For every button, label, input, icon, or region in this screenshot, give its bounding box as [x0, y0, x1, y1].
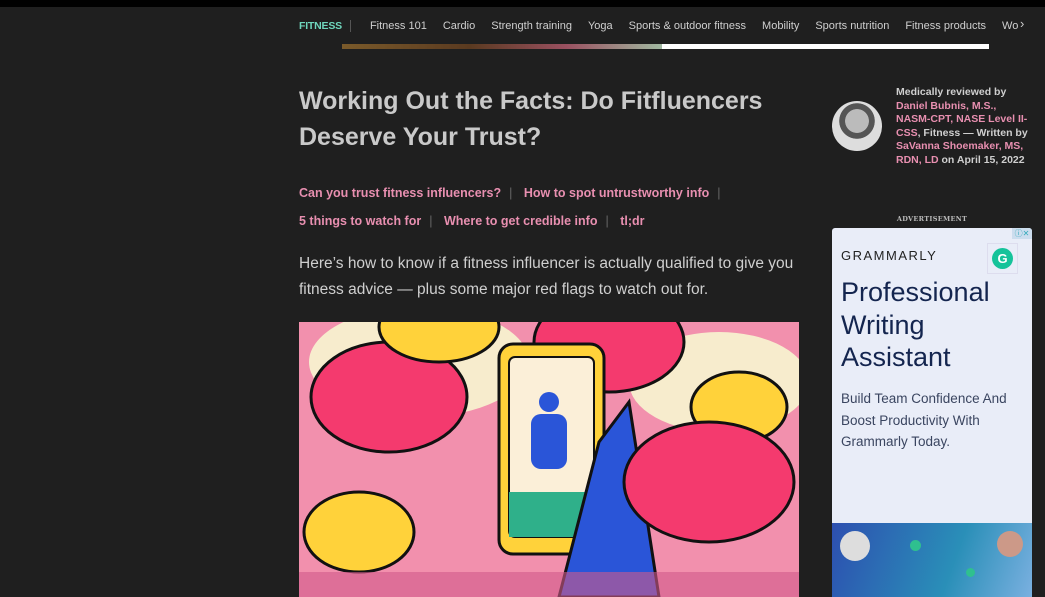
nav-item-fitness-101[interactable]: Fitness 101: [370, 20, 427, 32]
ad-image: [832, 523, 1032, 597]
grammarly-ad[interactable]: ⓘ✕ GRAMMARLY G Professional Writing Assi…: [832, 228, 1032, 597]
nav-item-cardio[interactable]: Cardio: [443, 20, 475, 32]
nav-item-fitness-products[interactable]: Fitness products: [905, 20, 986, 32]
article-intro: Here’s how to know if a fitness influenc…: [299, 255, 794, 298]
banner-strip: [342, 44, 989, 49]
ad-close-icon[interactable]: ⓘ✕: [1012, 228, 1032, 239]
grammarly-logo-icon: G: [987, 243, 1018, 274]
reviewer-avatar[interactable]: [832, 101, 882, 151]
toc-link[interactable]: Can you trust fitness influencers?: [299, 186, 501, 200]
toc-link[interactable]: 5 things to watch for: [299, 214, 421, 228]
article-title: Working Out the Facts: Do Fitfluencers D…: [299, 87, 763, 151]
nav-item-mobility[interactable]: Mobility: [762, 20, 799, 32]
chevron-right-icon[interactable]: ›: [1020, 16, 1024, 31]
ad-body: Build Team Confidence And Boost Producti…: [841, 391, 1007, 449]
article-byline: Medically reviewed by Daniel Bubnis, M.S…: [896, 86, 1028, 166]
browser-top-bar: [0, 0, 1045, 7]
advertisement-label: ADVERTISEMENT: [896, 215, 968, 223]
nav-item-strength-training[interactable]: Strength training: [491, 20, 572, 32]
table-of-contents: Can you trust fitness influencers? | How …: [299, 186, 721, 228]
category-nav: FITNESS Fitness 101 Cardio Strength trai…: [299, 17, 1029, 35]
hero-illustration: [299, 322, 799, 597]
nav-item-sports-nutrition[interactable]: Sports nutrition: [815, 20, 889, 32]
toc-link[interactable]: tl;dr: [620, 214, 644, 228]
nav-item-sports-outdoor[interactable]: Sports & outdoor fitness: [629, 20, 746, 32]
nav-brand-fitness[interactable]: FITNESS: [299, 20, 351, 32]
toc-link[interactable]: Where to get credible info: [444, 214, 598, 228]
nav-item-yoga[interactable]: Yoga: [588, 20, 613, 32]
ad-headline: Professional Writing Assistant: [841, 277, 990, 372]
publish-date: April 15, 2022: [956, 153, 1025, 166]
nav-item-truncated[interactable]: Wo: [1002, 20, 1018, 32]
toc-link[interactable]: How to spot untrustworthy info: [524, 186, 709, 200]
ad-brand: GRAMMARLY: [841, 248, 938, 263]
